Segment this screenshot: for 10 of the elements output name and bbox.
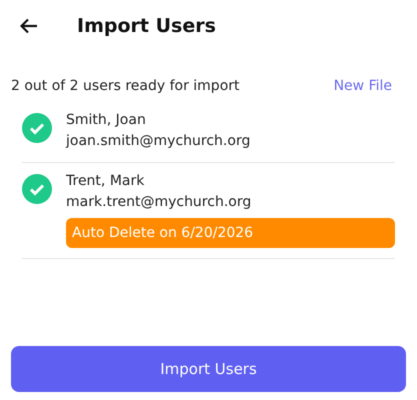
auto-delete-notice: Auto Delete on 6/20/2026 — [66, 218, 395, 248]
user-email: mark.trent@mychurch.org — [66, 193, 252, 212]
new-file-link[interactable]: New File — [334, 78, 392, 94]
page-title: Import Users — [77, 15, 216, 37]
user-name: Smith, Joan — [66, 111, 146, 130]
import-users-button[interactable]: Import Users — [11, 346, 406, 392]
back-arrow-icon[interactable] — [20, 18, 38, 34]
ready-summary: 2 out of 2 users ready for import — [11, 78, 240, 94]
user-email: joan.smith@mychurch.org — [66, 132, 250, 151]
user-name: Trent, Mark — [66, 172, 144, 191]
